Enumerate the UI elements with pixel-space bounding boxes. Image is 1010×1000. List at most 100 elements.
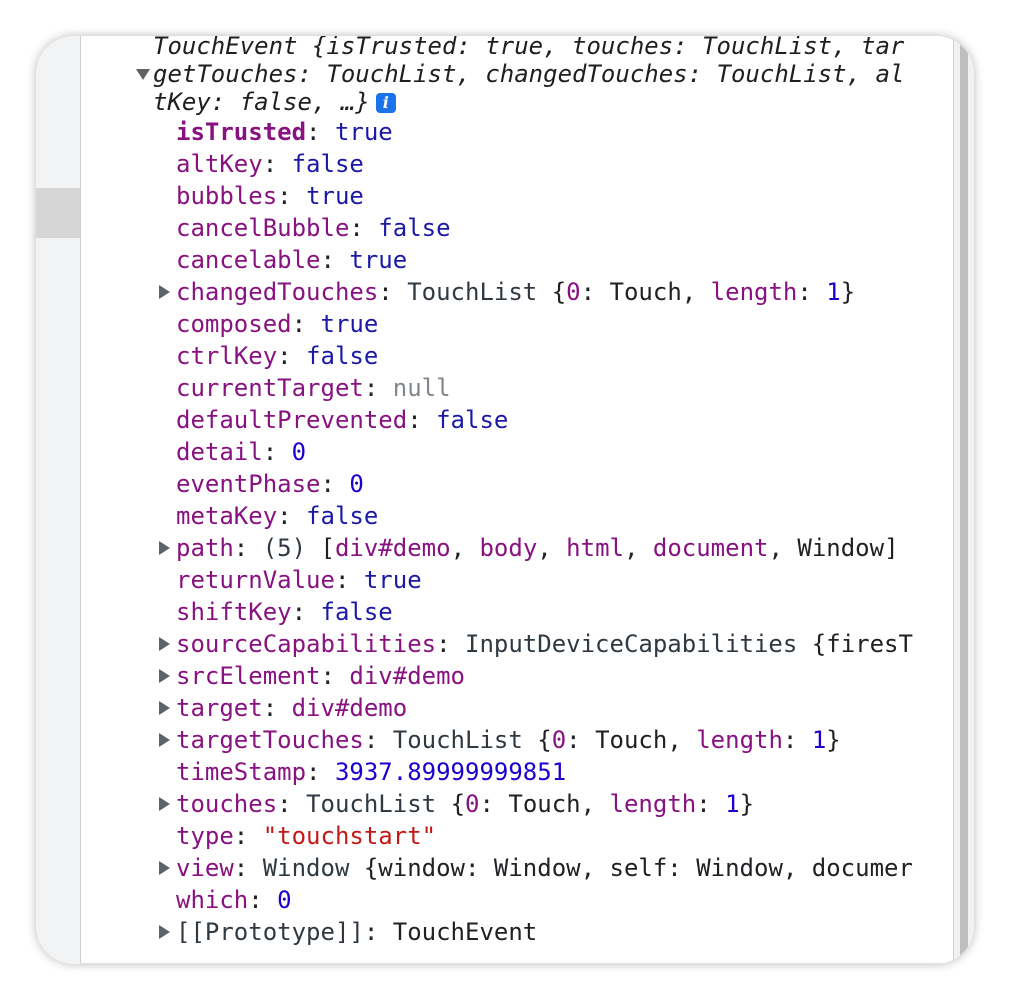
brace-close: }	[739, 790, 755, 818]
prop-preview: {firesT	[811, 630, 913, 658]
prop-key: returnValue	[176, 566, 335, 594]
console-output: TouchEvent {isTrusted: true, touches: To…	[80, 36, 954, 964]
info-icon[interactable]: i	[375, 93, 396, 113]
expand-triangle-icon[interactable]	[159, 925, 170, 939]
prop-key: changedTouches	[176, 278, 379, 306]
prop-key: ctrlKey	[176, 342, 278, 370]
expand-triangle-icon[interactable]	[159, 541, 170, 555]
prop-key: defaultPrevented	[176, 406, 408, 434]
prop-srcelement[interactable]: srcElement: div#demo	[176, 660, 465, 692]
prop-value: div#demo	[291, 694, 408, 722]
prop-istrusted[interactable]: isTrusted: true	[176, 116, 393, 148]
expand-triangle-icon[interactable]	[159, 861, 170, 875]
index-key: 0	[551, 726, 567, 754]
prop-composed[interactable]: composed: true	[176, 308, 378, 340]
prop-currenttarget[interactable]: currentTarget: null	[176, 372, 451, 404]
prop-detail[interactable]: detail: 0	[176, 436, 306, 468]
index-key: 0	[465, 790, 480, 818]
prop-key: cancelBubble	[176, 214, 350, 242]
brace-close: }	[840, 278, 856, 306]
prop-sourcecapabilities[interactable]: sourceCapabilities: InputDeviceCapabilit…	[176, 628, 913, 660]
length-key: length	[710, 278, 798, 306]
prop-which[interactable]: which: 0	[176, 884, 292, 916]
brace-open: {	[551, 278, 567, 306]
prop-metakey[interactable]: metaKey: false	[176, 500, 378, 532]
scrollbar-thumb[interactable]	[960, 36, 968, 964]
prop-key: touches	[176, 790, 278, 818]
collapse-triangle-icon[interactable]	[136, 69, 150, 80]
prop-value: false	[320, 598, 393, 626]
path-item: body	[479, 534, 538, 562]
prop-value: true	[349, 246, 408, 274]
prop-value: "touchstart"	[262, 822, 437, 850]
prop-value: TouchEvent	[392, 918, 538, 946]
index-key: 0	[566, 278, 581, 306]
touch-value: Touch	[595, 726, 668, 754]
prop-value: true	[320, 310, 379, 338]
prop-key: path	[176, 534, 234, 562]
prop-prototype[interactable]: [[Prototype]]: TouchEvent	[176, 916, 537, 948]
prop-value: div#demo	[349, 662, 465, 690]
prop-key: cancelable	[176, 246, 321, 274]
prop-value: 0	[291, 438, 307, 466]
path-item: div#demo	[334, 534, 451, 562]
prop-cancelable[interactable]: cancelable: true	[176, 244, 407, 276]
prop-value: false	[306, 502, 379, 530]
prop-altkey[interactable]: altKey: false	[176, 148, 364, 180]
prop-value: true	[334, 118, 393, 146]
devtools-console-window: TouchEvent {isTrusted: true, touches: To…	[36, 36, 974, 964]
prop-defaultprevented[interactable]: defaultPrevented: false	[176, 404, 508, 436]
prop-class: TouchList	[306, 790, 437, 818]
expand-triangle-icon[interactable]	[159, 701, 170, 715]
prop-key: sourceCapabilities	[176, 630, 437, 658]
length-value: 1	[826, 278, 841, 306]
prop-key: targetTouches	[176, 726, 364, 754]
prop-key: view	[176, 854, 234, 882]
prop-key: type	[176, 822, 234, 850]
brace-open: {	[537, 726, 552, 754]
prop-class: InputDeviceCapabilities	[465, 630, 798, 658]
length-key: length	[609, 790, 697, 818]
prop-key: currentTarget	[176, 374, 364, 402]
length-key: length	[696, 726, 783, 754]
vertical-scrollbar[interactable]	[953, 36, 974, 964]
prop-touches[interactable]: touches: TouchList {0: Touch, length: 1}	[176, 788, 754, 820]
prop-target[interactable]: target: div#demo	[176, 692, 407, 724]
prop-key: target	[176, 694, 263, 722]
prop-timestamp[interactable]: timeStamp: 3937.89999999851	[176, 756, 566, 788]
prop-key: timeStamp	[176, 758, 307, 786]
length-value: 1	[725, 790, 740, 818]
path-item: html	[566, 534, 624, 562]
prop-class: TouchList	[407, 278, 538, 306]
prop-cancelbubble[interactable]: cancelBubble: false	[176, 212, 451, 244]
prop-returnvalue[interactable]: returnValue: true	[176, 564, 422, 596]
prop-key: eventPhase	[176, 470, 321, 498]
expand-triangle-icon[interactable]	[159, 285, 170, 299]
prop-eventphase[interactable]: eventPhase: 0	[176, 468, 364, 500]
prop-key: bubbles	[176, 182, 278, 210]
prop-type[interactable]: type: "touchstart"	[176, 820, 436, 852]
prop-value: null	[392, 374, 451, 402]
prop-view[interactable]: view: Window {window: Window, self: Wind…	[176, 852, 913, 884]
prop-value: false	[436, 406, 509, 434]
path-item: document	[652, 534, 769, 562]
prop-key: isTrusted	[176, 118, 307, 146]
event-summary-line-3[interactable]: tKey: false, …} i	[153, 86, 396, 118]
expand-triangle-icon[interactable]	[159, 669, 170, 683]
prop-ctrlkey[interactable]: ctrlKey: false	[176, 340, 378, 372]
prop-value: false	[291, 150, 364, 178]
expand-triangle-icon[interactable]	[159, 797, 170, 811]
prop-class: TouchList	[392, 726, 523, 754]
prop-path[interactable]: path: (5) [div#demo, body, html, documen…	[176, 532, 899, 564]
prop-targettouches[interactable]: targetTouches: TouchList {0: Touch, leng…	[176, 724, 841, 756]
selected-gutter-row[interactable]	[36, 188, 80, 238]
brace-close: }	[826, 726, 841, 754]
prop-changedtouches[interactable]: changedTouches: TouchList {0: Touch, len…	[176, 276, 855, 308]
prop-value: 3937.89999999851	[334, 758, 567, 786]
prop-value: 0	[277, 886, 292, 914]
prop-value: 0	[349, 470, 364, 498]
expand-triangle-icon[interactable]	[159, 733, 170, 747]
prop-bubbles[interactable]: bubbles: true	[176, 180, 364, 212]
expand-triangle-icon[interactable]	[159, 637, 170, 651]
prop-shiftkey[interactable]: shiftKey: false	[176, 596, 393, 628]
